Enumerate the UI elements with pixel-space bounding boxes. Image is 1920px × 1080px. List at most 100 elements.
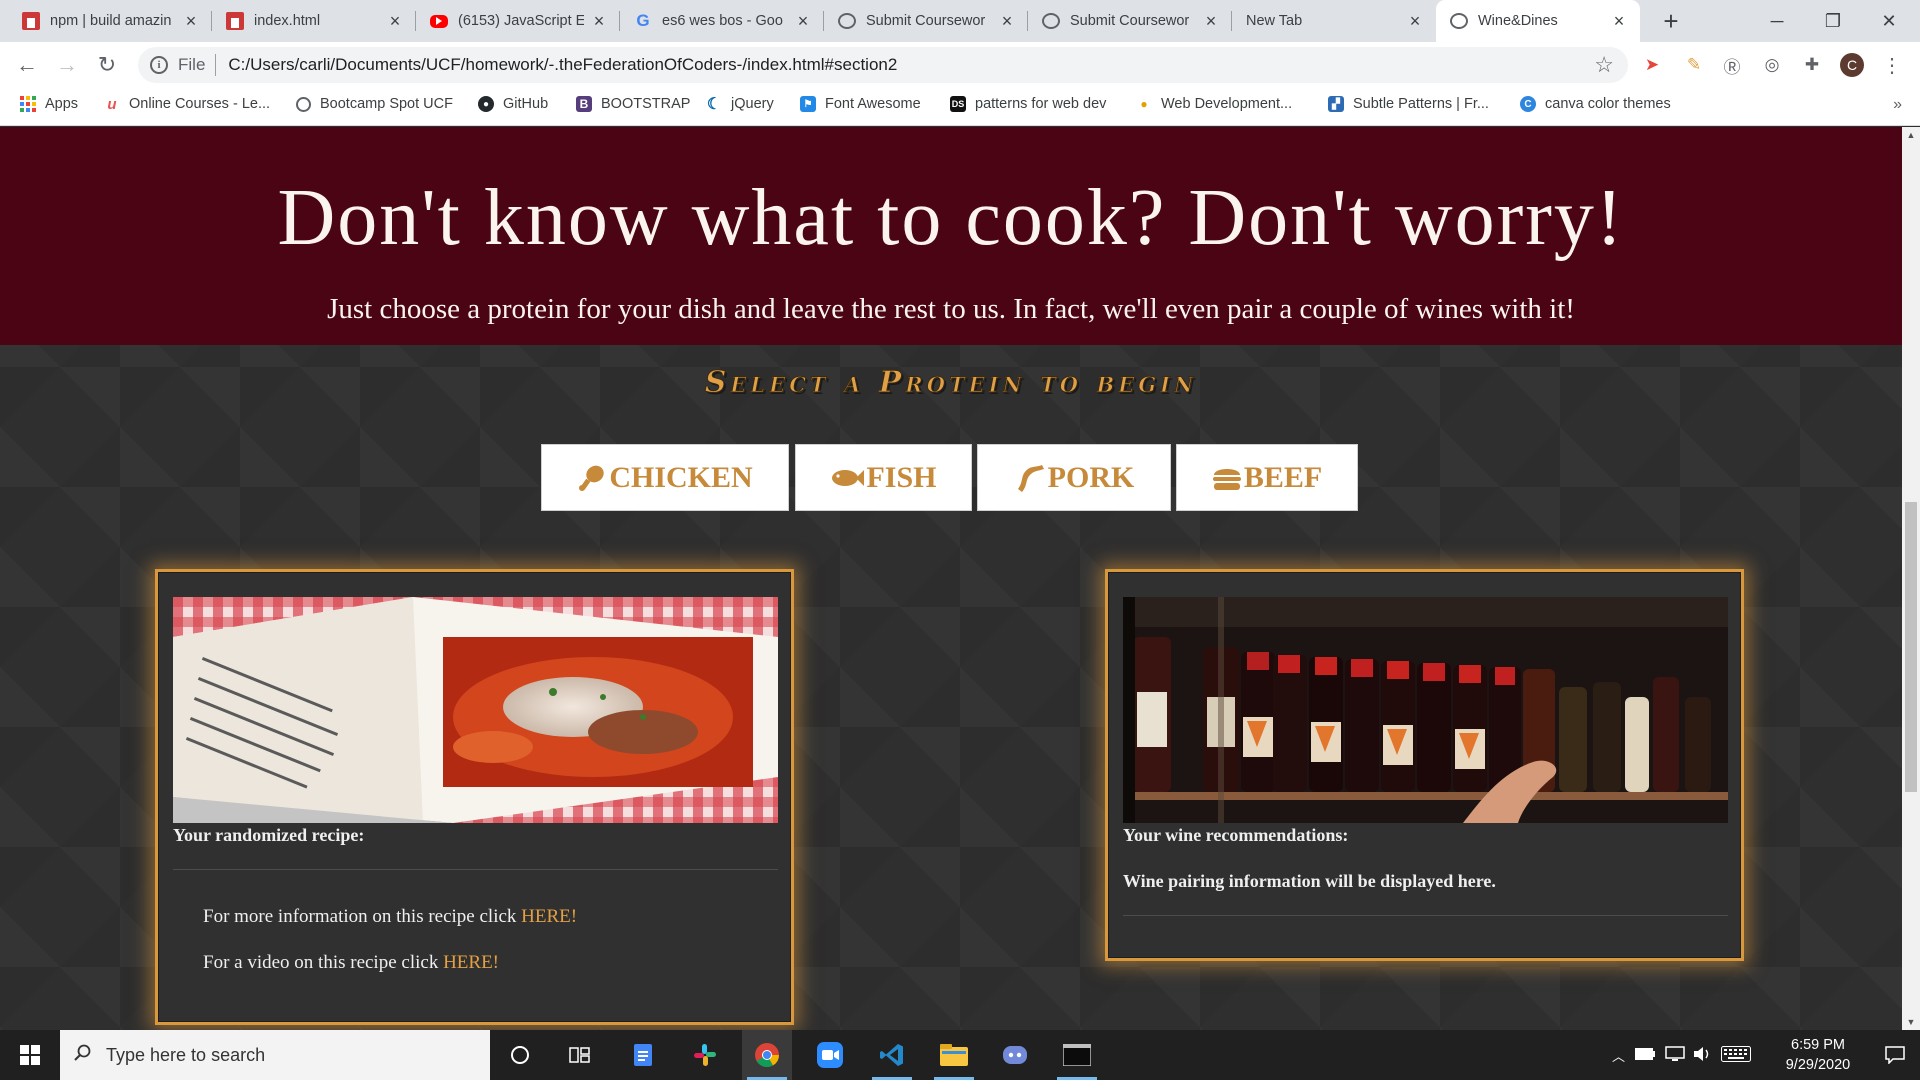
tab-title: New Tab — [1246, 13, 1303, 29]
bookmark-web-development[interactable]: ● Web Development... — [1136, 96, 1292, 112]
new-tab-button[interactable]: + — [1656, 6, 1686, 36]
notifications-icon[interactable] — [1870, 1030, 1920, 1080]
url-text[interactable]: C:/Users/carli/Documents/UCF/homework/-.… — [228, 55, 897, 75]
bookmark-online-courses[interactable]: u Online Courses - Le... — [104, 96, 270, 113]
reload-button[interactable]: ↻ — [92, 50, 122, 80]
extension-clock-icon[interactable]: ◎ — [1760, 53, 1784, 77]
close-icon[interactable]: × — [386, 11, 404, 32]
bookmark-font-awesome[interactable]: ⚑ Font Awesome — [800, 96, 921, 112]
tab-google-search[interactable]: G es6 wes bos - Goo × — [620, 0, 824, 42]
recipe-divider — [173, 869, 778, 870]
tab-youtube[interactable]: (6153) JavaScript E × — [416, 0, 620, 42]
menu-kebab-icon[interactable]: ⋮ — [1880, 53, 1904, 77]
terminal-icon[interactable] — [1052, 1030, 1102, 1080]
ds-icon: DS — [950, 96, 966, 112]
close-icon[interactable]: × — [1202, 11, 1220, 32]
google-docs-icon[interactable] — [618, 1030, 668, 1080]
tab-npm[interactable]: npm | build amazin × — [8, 0, 212, 42]
scheme-label: File — [178, 55, 206, 74]
bookmark-bootstrap[interactable]: B BOOTSTRAP — [576, 96, 690, 112]
fish-icon — [830, 466, 865, 490]
bookmark-patterns-web-dev[interactable]: DS patterns for web dev — [950, 96, 1106, 112]
extension-arrow-icon[interactable]: ➤ — [1640, 53, 1664, 77]
close-icon[interactable]: × — [794, 11, 812, 32]
tab-new-tab[interactable]: New Tab × — [1232, 0, 1436, 42]
bacon-icon — [1014, 463, 1046, 493]
cortana-icon[interactable] — [495, 1030, 545, 1080]
close-icon[interactable]: × — [182, 11, 200, 32]
beef-button[interactable]: BEEF — [1176, 444, 1358, 511]
extensions-puzzle-icon[interactable]: ✚ — [1800, 53, 1824, 77]
pork-button[interactable]: PORK — [977, 444, 1171, 511]
volume-icon[interactable] — [1693, 1046, 1711, 1065]
wine-image — [1123, 597, 1728, 823]
windows-logo-icon — [20, 1045, 40, 1065]
bookmark-apps[interactable]: Apps — [20, 96, 78, 112]
slack-icon[interactable] — [680, 1030, 730, 1080]
tab-title: Submit Coursewor — [1070, 13, 1190, 29]
address-bar[interactable]: i File C:/Users/carli/Documents/UCF/home… — [138, 47, 1628, 83]
close-window-button[interactable]: ✕ — [1862, 0, 1916, 42]
globe-icon — [1042, 13, 1060, 29]
task-view-icon[interactable] — [555, 1030, 605, 1080]
wine-divider — [1123, 915, 1728, 916]
recipe-card: Your randomized recipe: For more informa… — [158, 572, 791, 1022]
star-icon[interactable]: ☆ — [1594, 52, 1614, 78]
scroll-down-icon[interactable]: ▼ — [1902, 1014, 1920, 1030]
bootstrap-icon: B — [576, 96, 592, 112]
bookmark-github[interactable]: ● GitHub — [478, 96, 548, 112]
tray-chevron-icon[interactable]: ︿ — [1612, 1046, 1625, 1065]
system-tray: ︿ — [1612, 1030, 1752, 1080]
keyboard-icon[interactable] — [1721, 1045, 1752, 1065]
tab-submit-coursework-2[interactable]: Submit Coursewor × — [1028, 0, 1232, 42]
page-scrollbar[interactable]: ▲ ▼ — [1902, 127, 1920, 1030]
extension-r-icon[interactable]: Ⓡ — [1720, 53, 1744, 77]
tab-index-html[interactable]: index.html × — [212, 0, 416, 42]
bookmarks-bar: Apps u Online Courses - Le... Bootcamp S… — [0, 88, 1920, 126]
close-icon[interactable]: × — [1610, 11, 1628, 32]
chrome-icon[interactable] — [742, 1030, 792, 1080]
bookmark-label: patterns for web dev — [975, 96, 1107, 112]
bookmark-subtle-patterns[interactable]: ▞ Subtle Patterns | Fr... — [1328, 96, 1489, 112]
tab-title: Wine&Dines — [1478, 13, 1558, 29]
pork-label: PORK — [1047, 460, 1135, 494]
bookmark-jquery[interactable]: ☾ jQuery — [706, 96, 774, 113]
taskbar-search-input[interactable]: Type here to search — [60, 1030, 490, 1080]
file-explorer-icon[interactable] — [929, 1030, 979, 1080]
video-link[interactable]: HERE! — [443, 952, 499, 973]
start-button[interactable] — [0, 1030, 60, 1080]
more-info-link[interactable]: HERE! — [521, 906, 577, 927]
zoom-icon[interactable] — [805, 1030, 855, 1080]
info-icon[interactable]: i — [150, 56, 168, 74]
restore-button[interactable]: ❐ — [1806, 0, 1860, 42]
tab-strip: npm | build amazin × index.html × (6153)… — [0, 0, 1920, 42]
hero-banner: Don't know what to cook? Don't worry! Ju… — [0, 127, 1902, 345]
tab-wine-dines[interactable]: Wine&Dines × — [1436, 0, 1640, 42]
scroll-thumb[interactable] — [1905, 502, 1917, 792]
minimize-button[interactable]: ─ — [1750, 0, 1804, 42]
bulb-icon: ● — [1140, 97, 1148, 111]
bookmark-bootcamp-spot[interactable]: Bootcamp Spot UCF — [296, 96, 453, 112]
hero-subheading: Just choose a protein for your dish and … — [327, 293, 1575, 325]
globe-icon — [838, 13, 856, 29]
tab-submit-coursework-1[interactable]: Submit Coursewor × — [824, 0, 1028, 42]
close-icon[interactable]: × — [590, 11, 608, 32]
extension-eyedropper-icon[interactable]: ✎ — [1682, 53, 1706, 77]
back-button[interactable]: ← — [12, 50, 42, 80]
vscode-icon[interactable] — [867, 1030, 917, 1080]
chicken-button[interactable]: CHICKEN — [541, 444, 789, 511]
google-icon: G — [636, 11, 650, 30]
taskbar-clock[interactable]: 6:59 PM 9/29/2020 — [1770, 1035, 1866, 1075]
avatar[interactable]: C — [1840, 53, 1864, 77]
discord-icon[interactable] — [990, 1030, 1040, 1080]
chicken-label: CHICKEN — [609, 460, 753, 494]
forward-button[interactable]: → — [52, 50, 82, 80]
close-icon[interactable]: × — [1406, 11, 1424, 32]
bookmarks-overflow-icon[interactable]: » — [1893, 96, 1902, 114]
bookmark-canva[interactable]: C canva color themes — [1520, 96, 1671, 112]
fish-button[interactable]: FISH — [795, 444, 972, 511]
close-icon[interactable]: × — [998, 11, 1016, 32]
network-icon[interactable] — [1665, 1045, 1685, 1065]
battery-icon[interactable] — [1635, 1047, 1656, 1063]
scroll-up-icon[interactable]: ▲ — [1902, 127, 1920, 143]
